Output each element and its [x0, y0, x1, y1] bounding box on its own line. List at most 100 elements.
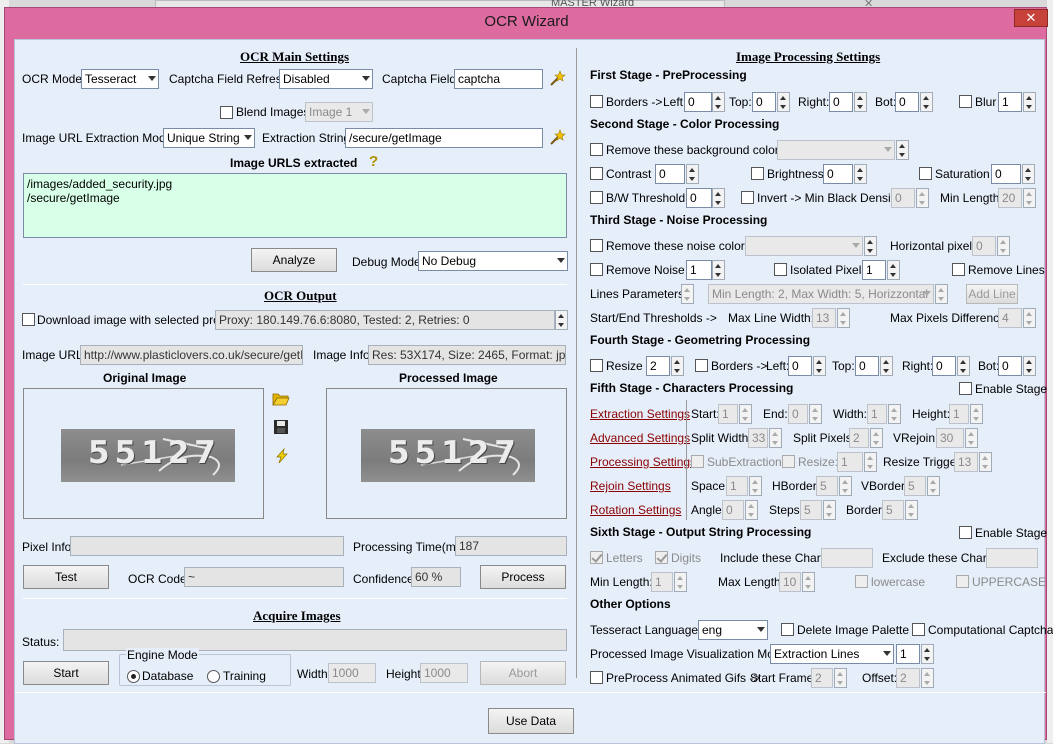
steps-spinner[interactable] — [823, 500, 836, 520]
image-url-field[interactable]: http://www.plasticlovers.co.uk/secure/ge… — [80, 345, 303, 365]
angle-input[interactable]: 0 — [722, 500, 744, 520]
borders2-checkbox[interactable] — [695, 359, 708, 372]
processing-settings-link[interactable]: Processing Settings — [590, 455, 696, 469]
enable-stage5-checkbox[interactable] — [959, 382, 972, 395]
viz-mode-select[interactable]: Extraction Lines — [770, 644, 894, 664]
split-pixels-spinner[interactable] — [870, 428, 883, 448]
captcha-refresh-select[interactable]: Disabled — [279, 69, 373, 89]
hborder-input[interactable]: 5 — [816, 476, 838, 496]
bw-threshold-spinner[interactable] — [712, 188, 725, 208]
analyze-button[interactable]: Analyze — [251, 248, 337, 272]
captcha-field-input[interactable]: captcha — [454, 69, 543, 89]
bot2-input[interactable]: 0 — [998, 356, 1022, 376]
blur-input[interactable]: 1 — [998, 92, 1022, 112]
noise-colors-spinner[interactable] — [864, 236, 877, 256]
bg-colors-select[interactable] — [777, 140, 895, 160]
close-button[interactable]: ✕ — [1014, 9, 1048, 27]
resize5-spinner[interactable] — [864, 452, 877, 472]
bot-input[interactable]: 0 — [895, 92, 919, 112]
top2-spinner[interactable] — [880, 356, 893, 376]
image-urls-list[interactable]: /images/added_security.jpg /secure/getIm… — [23, 173, 567, 238]
max-pixels-diff-spinner[interactable] — [1023, 308, 1036, 328]
remove-lines-checkbox[interactable] — [952, 263, 965, 276]
magic-wand-icon[interactable] — [548, 129, 566, 147]
min-black-density-spinner[interactable] — [916, 188, 929, 208]
isolated-pixels-checkbox[interactable] — [774, 263, 787, 276]
max-length6-input[interactable]: 10 — [779, 572, 801, 592]
add-line-button[interactable]: Add Line — [966, 284, 1018, 304]
bot-spinner[interactable] — [920, 92, 933, 112]
horizontal-pixels-spinner[interactable] — [997, 236, 1010, 256]
rejoin-settings-link[interactable]: Rejoin Settings — [590, 479, 671, 493]
start-spinner[interactable] — [739, 404, 752, 424]
bg-colors-spinner[interactable] — [896, 140, 909, 160]
top-spinner[interactable] — [777, 92, 790, 112]
remove-bg-colors-checkbox[interactable] — [590, 143, 603, 156]
start-frame-input[interactable]: 2 — [811, 668, 833, 688]
rotation-settings-link[interactable]: Rotation Settings — [590, 503, 681, 517]
proxy-spinner[interactable] — [555, 310, 568, 330]
blend-images-select[interactable]: Image 1 — [305, 102, 373, 122]
border-spinner[interactable] — [905, 500, 918, 520]
width5-spinner[interactable] — [888, 404, 901, 424]
vrejoin-input[interactable]: 30 — [936, 428, 964, 448]
proxy-info-field[interactable]: Proxy: 180.149.76.6:8080, Tested: 2, Ret… — [215, 310, 555, 330]
contrast-spinner[interactable] — [686, 164, 699, 184]
left2-spinner[interactable] — [813, 356, 826, 376]
pixel-info-field[interactable] — [70, 536, 344, 556]
height-input[interactable]: 1000 — [420, 663, 468, 683]
left-spinner[interactable] — [712, 92, 725, 112]
space-spinner[interactable] — [749, 476, 762, 496]
image-url-item[interactable]: /images/added_security.jpg — [27, 177, 563, 191]
max-line-width-spinner[interactable] — [837, 308, 850, 328]
top2-input[interactable]: 0 — [855, 356, 879, 376]
resize-checkbox[interactable] — [590, 359, 603, 372]
isolated-pixels-spinner[interactable] — [887, 260, 900, 280]
image-url-item[interactable]: /secure/getImage — [27, 191, 563, 205]
remove-noise-input[interactable]: 1 — [686, 260, 712, 280]
bw-threshold-checkbox[interactable] — [590, 191, 603, 204]
end-input[interactable]: 0 — [788, 404, 808, 424]
delete-palette-checkbox[interactable] — [781, 623, 794, 636]
letters-checkbox[interactable] — [590, 551, 603, 564]
split-width-input[interactable]: 33 — [748, 428, 768, 448]
subextraction-checkbox[interactable] — [691, 455, 704, 468]
split-pixels-input[interactable]: 2 — [849, 428, 869, 448]
database-radio[interactable] — [127, 670, 140, 683]
left2-input[interactable]: 0 — [788, 356, 812, 376]
min-length6-input[interactable]: 1 — [651, 572, 673, 592]
lines-parameters-spinner[interactable] — [681, 284, 694, 304]
horizontal-pixels-input[interactable]: 0 — [972, 236, 996, 256]
border-input[interactable]: 5 — [882, 500, 904, 520]
viz-number-spinner[interactable] — [921, 644, 934, 664]
lowercase-checkbox[interactable] — [855, 575, 868, 588]
brightness-checkbox[interactable] — [751, 167, 764, 180]
saturation-checkbox[interactable] — [919, 167, 932, 180]
max-pixels-diff-input[interactable]: 4 — [998, 308, 1022, 328]
remove-noise-checkbox[interactable] — [590, 263, 603, 276]
viz-number-input[interactable]: 1 — [896, 644, 920, 664]
digits-checkbox[interactable] — [655, 551, 668, 564]
resize5-checkbox[interactable] — [782, 455, 795, 468]
offset-spinner[interactable] — [921, 668, 934, 688]
space-input[interactable]: 1 — [726, 476, 748, 496]
max-length6-spinner[interactable] — [802, 572, 815, 592]
hborder-spinner[interactable] — [839, 476, 852, 496]
brightness-input[interactable]: 0 — [823, 164, 853, 184]
enable-stage6-checkbox[interactable] — [959, 526, 972, 539]
height5-spinner[interactable] — [970, 404, 983, 424]
tesseract-language-select[interactable]: eng — [698, 620, 768, 640]
min-length6-spinner[interactable] — [674, 572, 687, 592]
extraction-settings-link[interactable]: Extraction Settings — [590, 407, 690, 421]
test-button[interactable]: Test — [23, 565, 109, 589]
start-input[interactable]: 1 — [718, 404, 738, 424]
uppercase-checkbox[interactable] — [956, 575, 969, 588]
end-spinner[interactable] — [809, 404, 822, 424]
resize-trigger-spinner[interactable] — [979, 452, 992, 472]
saturation-input[interactable]: 0 — [991, 164, 1021, 184]
left-input[interactable]: 0 — [684, 92, 712, 112]
help-icon[interactable]: ? — [368, 153, 380, 169]
remove-noise-spinner[interactable] — [712, 260, 725, 280]
training-radio[interactable] — [207, 670, 220, 683]
start-frame-spinner[interactable] — [834, 668, 847, 688]
